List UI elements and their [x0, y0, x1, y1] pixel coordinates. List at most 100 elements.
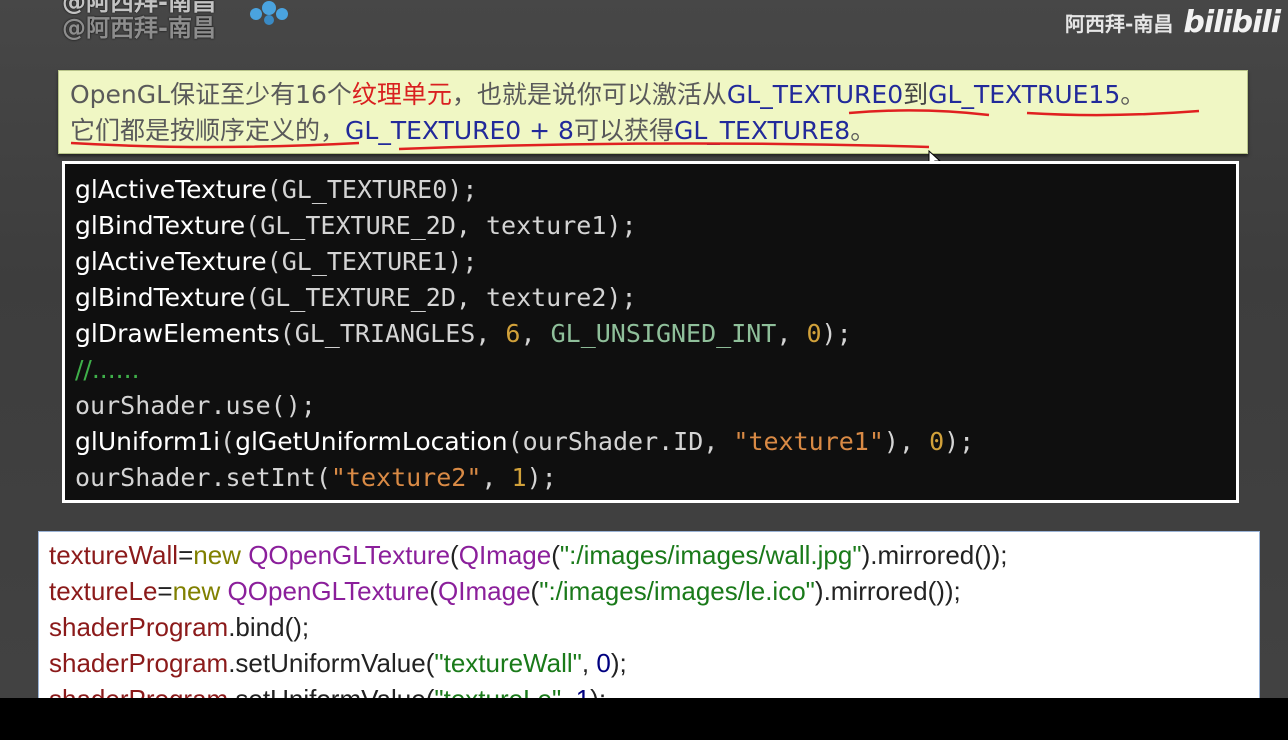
class-name: QOpenGLTexture	[248, 540, 451, 570]
code-text: );	[590, 684, 606, 698]
note-text: 。	[1120, 80, 1146, 109]
code-text: ,	[561, 684, 575, 698]
function-name: glBindTexture	[75, 283, 246, 312]
opengl-code-block: glActiveTexture(GL_TEXTURE0); glBindText…	[62, 161, 1239, 503]
watermark-left: @阿西拜-南昌 @阿西拜-南昌	[62, 0, 216, 40]
code-text: =	[178, 540, 194, 570]
number-literal: 0	[929, 427, 945, 456]
code-line: glBindTexture(GL_TEXTURE_2D, texture2);	[75, 280, 1236, 316]
note-highlight: 纹理单元	[351, 80, 452, 109]
note-constant: GL_TEXTRUE15	[928, 80, 1121, 109]
keyword: new	[193, 540, 241, 570]
code-text: ).mirrored());	[861, 540, 1008, 570]
variable-name: textureWall	[49, 540, 179, 570]
string-literal: "texture1"	[733, 427, 884, 456]
code-text: ,	[520, 319, 551, 348]
number-literal: 0	[806, 319, 822, 348]
code-line: shaderProgram.setUniformValue("textureWa…	[49, 645, 1259, 681]
note-box: OpenGL保证至少有16个纹理单元，也就是说你可以激活从GL_TEXTURE0…	[58, 70, 1248, 154]
code-line: textureWall=new QOpenGLTexture(QImage(":…	[49, 537, 1259, 573]
code-text: (	[450, 540, 459, 570]
keyword: new	[172, 576, 221, 606]
code-text: .setUniformValue(	[228, 684, 434, 698]
class-name: QImage	[458, 540, 552, 570]
uploader-name: 阿西拜-南昌	[1065, 11, 1174, 36]
string-literal: "texture2"	[330, 463, 482, 492]
function-name: glActiveTexture	[75, 247, 267, 276]
code-text: =	[157, 576, 173, 606]
code-line: glActiveTexture(GL_TEXTURE1);	[75, 244, 1236, 280]
code-line: textureLe=new QOpenGLTexture(QImage(":/i…	[49, 573, 1259, 609]
code-text: (GL_TEXTURE0);	[266, 175, 478, 204]
note-text: ，也就是说你可以激活从	[451, 80, 727, 109]
video-bottom-bar	[0, 698, 1288, 740]
bilibili-logo: bilibili	[1183, 4, 1281, 40]
note-line-2: 它们都是按顺序定义的，GL_TEXTURE0 + 8可以获得GL_TEXTURE…	[70, 113, 1237, 149]
code-text: (	[530, 576, 540, 606]
watermark-left-line2: @阿西拜-南昌	[62, 14, 216, 42]
note-constant: GL_TEXTURE0	[726, 80, 904, 109]
watermark-left-line1: @阿西拜-南昌	[62, 0, 216, 16]
code-text: (	[220, 427, 236, 456]
string-literal: ":/images/images/le.ico"	[539, 576, 815, 606]
note-constant: GL_TEXTURE8	[673, 116, 851, 145]
code-text: (GL_TEXTURE_2D, texture1);	[245, 211, 637, 240]
code-text: ourShader.use();	[75, 391, 316, 420]
string-literal: "textureLe"	[434, 684, 561, 698]
code-text: ourShader.setInt(	[75, 463, 331, 492]
code-text: .bind();	[228, 612, 310, 642]
code-text: (GL_TEXTURE_2D, texture2);	[245, 283, 637, 312]
code-comment: //......	[75, 355, 140, 384]
variable-name: shaderProgram	[49, 684, 228, 698]
code-text: );	[944, 427, 975, 456]
string-literal: ":/images/images/wall.jpg"	[559, 540, 862, 570]
constant-name: GL_UNSIGNED_INT	[550, 319, 777, 348]
code-text: );	[526, 463, 557, 492]
code-text: ,	[581, 648, 597, 678]
variable-name: textureLe	[49, 576, 158, 606]
code-line: glBindTexture(GL_TEXTURE_2D, texture1);	[75, 208, 1236, 244]
code-text: (GL_TEXTURE1);	[266, 247, 478, 276]
code-text: (ourShader.ID,	[507, 427, 734, 456]
number-literal: 1	[576, 684, 590, 698]
number-literal: 1	[511, 463, 527, 492]
code-line: shaderProgram.bind();	[49, 609, 1259, 645]
code-line: ourShader.use();	[75, 388, 1236, 424]
code-text: (	[429, 576, 439, 606]
code-text: );	[610, 648, 627, 678]
note-text: OpenGL保证至少有16个	[70, 80, 352, 109]
code-line: shaderProgram.setUniformValue("textureLe…	[49, 681, 1259, 698]
note-text: 可以获得	[573, 116, 674, 145]
function-name: glBindTexture	[75, 211, 246, 240]
number-literal: 0	[596, 648, 611, 678]
watermark-right: 阿西拜-南昌 bilibili	[1065, 0, 1281, 44]
function-name: glUniform1i	[75, 427, 221, 456]
note-constant: GL_TEXTURE0 + 8	[345, 116, 574, 145]
code-text: (GL_TRIANGLES,	[279, 319, 506, 348]
class-name: QImage	[438, 576, 531, 606]
variable-name: shaderProgram	[49, 612, 229, 642]
function-name: glActiveTexture	[75, 175, 267, 204]
code-text: ).mirrored());	[814, 576, 961, 606]
note-text: 到	[903, 80, 929, 109]
qt-code-block: textureWall=new QOpenGLTexture(QImage(":…	[38, 531, 1260, 698]
code-text: ,	[481, 463, 512, 492]
code-text: ),	[883, 427, 930, 456]
code-text: ,	[776, 319, 807, 348]
note-text: 它们都是按顺序定义的，	[70, 116, 346, 145]
string-literal: "textureWall"	[434, 648, 582, 678]
code-line: ourShader.setInt("texture2", 1);	[75, 460, 1236, 496]
logo-icon	[250, 1, 288, 25]
code-text: (	[551, 540, 560, 570]
class-name: QOpenGLTexture	[227, 576, 430, 606]
code-text: );	[821, 319, 852, 348]
number-literal: 6	[505, 319, 521, 348]
function-name: glGetUniformLocation	[235, 427, 508, 456]
note-text: 。	[850, 116, 876, 145]
code-line: glUniform1i(glGetUniformLocation(ourShad…	[75, 424, 1236, 460]
variable-name: shaderProgram	[49, 648, 229, 678]
slide: @阿西拜-南昌 @阿西拜-南昌 阿西拜-南昌 bilibili OpenGL保证…	[0, 0, 1288, 698]
code-line: //......	[75, 352, 1236, 388]
function-name: glDrawElements	[75, 319, 280, 348]
